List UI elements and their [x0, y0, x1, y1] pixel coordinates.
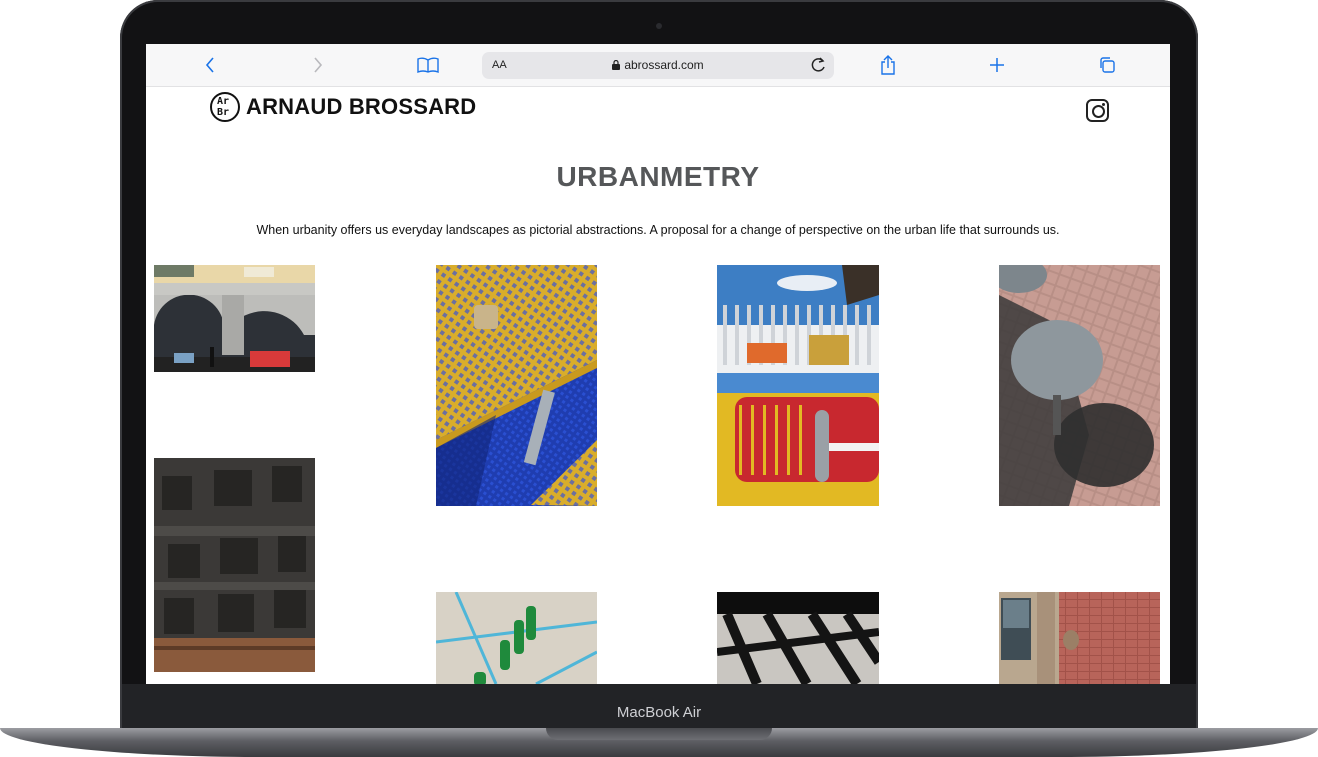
gallery-photo-yellow-mesh-table[interactable] — [436, 265, 597, 506]
logo-name: ARNAUD BROSSARD — [246, 94, 477, 119]
logo-mark: Ar Br — [210, 92, 240, 122]
gallery-photo-brick-facade[interactable] — [999, 592, 1160, 684]
device-label: MacBook Air — [616, 704, 702, 721]
gallery-photo-concrete-blocks[interactable] — [154, 458, 315, 672]
instagram-icon[interactable] — [1086, 99, 1109, 122]
camera — [656, 23, 662, 29]
url-text: abrossard.com — [624, 58, 704, 72]
laptop-notch — [546, 728, 772, 740]
tabs-icon[interactable] — [1097, 52, 1117, 78]
gallery-photo-fence-reflection[interactable] — [717, 265, 879, 506]
gallery-photo-chair-shadows[interactable] — [717, 592, 879, 684]
gallery-photo-arches[interactable] — [154, 265, 315, 372]
gallery-photo-green-bollards[interactable] — [436, 592, 597, 684]
forward-icon[interactable] — [308, 52, 328, 78]
logo-mark-top: Ar — [217, 96, 230, 107]
back-icon[interactable] — [200, 52, 220, 78]
gallery-photo-round-tables-shadow[interactable] — [999, 265, 1160, 506]
lock-icon — [612, 59, 621, 73]
new-tab-icon[interactable] — [988, 52, 1006, 78]
logo-mark-bottom: Br — [217, 107, 230, 118]
bookmarks-icon[interactable] — [416, 52, 440, 78]
page-description: When urbanity offers us everyday landsca… — [256, 223, 1060, 237]
reload-icon[interactable] — [810, 56, 828, 79]
site-logo[interactable]: Ar Br ARNAUD BROSSARD — [210, 92, 476, 122]
browser-toolbar: AA abrossard.com — [146, 44, 1170, 87]
address-bar[interactable]: AA abrossard.com — [482, 52, 834, 79]
browser-screen: AA abrossard.com Ar Br ARNAUD BROSSARD U… — [146, 44, 1170, 684]
page-title: URBANMETRY — [556, 161, 760, 192]
share-icon[interactable] — [878, 52, 898, 78]
